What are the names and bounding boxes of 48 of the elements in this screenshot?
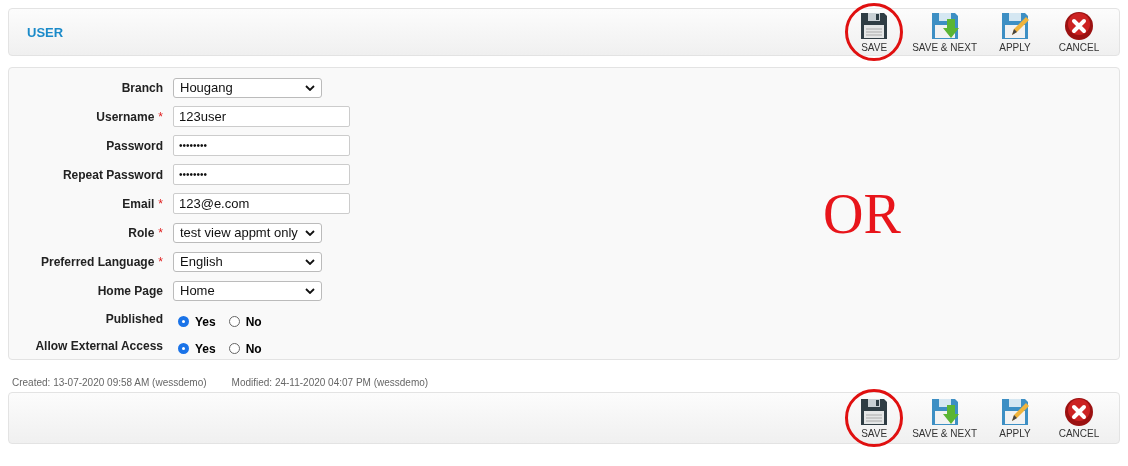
floppy-disk-pencil-icon [1000,11,1030,41]
chevron-down-icon [305,84,315,91]
radio-label[interactable]: No [245,341,262,356]
chevron-down-icon [305,287,315,294]
field-label: Password [106,138,163,153]
required-asterisk: * [158,225,163,240]
field-label: Published [105,311,163,326]
field-label: Repeat Password [62,167,163,182]
field-label: Email [122,196,155,211]
radio-label[interactable]: Yes [195,314,216,329]
required-asterisk: * [158,254,163,269]
input-field[interactable]: 123@e.com [173,193,350,214]
radio-label[interactable]: Yes [195,341,216,356]
save-next-button[interactable]: SAVE & NEXT [912,11,977,53]
dropdown[interactable]: English [173,251,322,272]
radio-button[interactable] [228,316,240,327]
close-icon [1064,397,1094,427]
field-label: Preferred Language [40,254,155,269]
radio-label[interactable]: No [245,314,262,329]
radio-button[interactable] [178,316,189,327]
password-field[interactable]: •••••••• [173,135,350,156]
password-field[interactable]: •••••••• [173,164,350,185]
page-title: USER [27,24,64,40]
field-label: Branch [121,80,163,95]
radio-button[interactable] [228,343,240,354]
created-info: Created: 13-07-2020 09:58 AM (wessdemo) [12,377,207,390]
field-label: Role [128,225,155,240]
required-asterisk: * [158,196,163,211]
chevron-down-icon [305,258,315,265]
radio-button[interactable] [178,343,189,354]
apply-button[interactable]: APPLY [989,397,1041,439]
close-icon [1064,11,1094,41]
dropdown[interactable]: Home [173,280,322,301]
modified-info: Modified: 24-11-2020 04:07 PM (wessdemo) [231,377,429,390]
field-label: Username [96,109,155,124]
floppy-disk-pencil-icon [1000,397,1030,427]
dropdown[interactable]: Hougang [173,77,322,98]
chevron-down-icon [305,229,315,236]
or-text: OR [823,186,901,242]
cancel-button[interactable]: CANCEL [1053,11,1105,53]
apply-button[interactable]: APPLY [989,11,1041,53]
required-asterisk: * [158,109,163,124]
field-label: Allow External Access [35,338,163,353]
cancel-button[interactable]: CANCEL [1053,397,1105,439]
save-next-button[interactable]: SAVE & NEXT [912,397,977,439]
dropdown[interactable]: test view appmt only [173,222,322,243]
field-label: Home Page [97,283,163,298]
input-field[interactable]: 123user [173,106,350,127]
